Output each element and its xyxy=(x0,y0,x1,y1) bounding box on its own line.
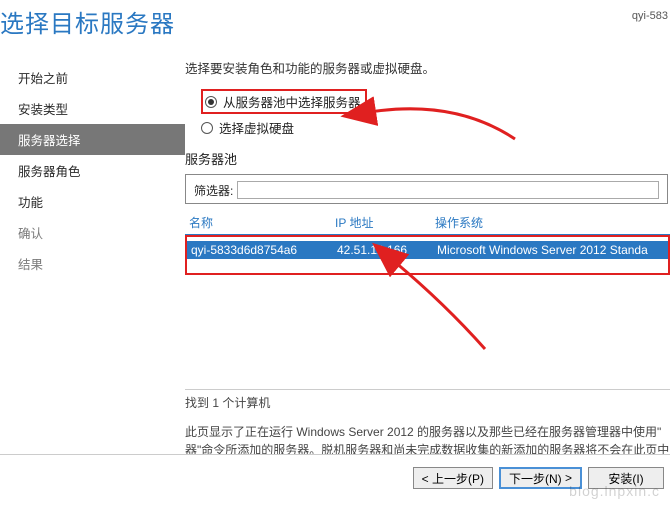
radio-pool-icon[interactable] xyxy=(205,96,217,108)
watermark: blog.lnpxin.c xyxy=(569,483,660,499)
description-text: 此页显示了正在运行 Windows Server 2012 的服务器以及那些已经… xyxy=(185,423,670,454)
filter-box: 筛选器: xyxy=(185,174,668,204)
server-pool-title: 服务器池 xyxy=(185,149,670,168)
wizard-sidebar: 开始之前 安装类型 服务器选择 服务器角色 功能 确认 结果 xyxy=(0,44,185,454)
page-title: 选择目标服务器 xyxy=(0,4,175,39)
step-before-you-begin[interactable]: 开始之前 xyxy=(0,62,185,93)
cell-os: Microsoft Windows Server 2012 Standa xyxy=(437,243,668,257)
table-header: 名称 IP 地址 操作系统 xyxy=(185,214,670,235)
col-name[interactable]: 名称 xyxy=(185,214,335,231)
cell-ip: 42.51.12.166 xyxy=(337,243,437,257)
radio-row-pool[interactable]: 从服务器池中选择服务器 xyxy=(201,89,670,114)
col-ip[interactable]: IP 地址 xyxy=(335,214,435,231)
radio-vhd-icon[interactable] xyxy=(201,122,213,134)
radio-row-vhd[interactable]: 选择虚拟硬盘 xyxy=(201,118,670,137)
step-server-selection[interactable]: 服务器选择 xyxy=(0,124,185,155)
source-radio-group: 从服务器池中选择服务器 选择虚拟硬盘 xyxy=(201,89,670,137)
step-installation-type[interactable]: 安装类型 xyxy=(0,93,185,124)
filter-label: 筛选器: xyxy=(194,182,233,199)
cell-name: qyi-5833d6d8754a6 xyxy=(187,243,337,257)
prev-button[interactable]: < 上一步(P) xyxy=(413,467,493,489)
radio-vhd-label: 选择虚拟硬盘 xyxy=(219,118,294,137)
filter-input[interactable] xyxy=(237,181,659,199)
table-row[interactable]: qyi-5833d6d8754a6 42.51.12.166 Microsoft… xyxy=(187,241,668,259)
target-server-label: qyi-583 xyxy=(632,10,668,22)
instruction-text: 选择要安装角色和功能的服务器或虚拟硬盘。 xyxy=(185,58,670,77)
step-confirmation: 确认 xyxy=(0,217,185,248)
step-features[interactable]: 功能 xyxy=(0,186,185,217)
step-results: 结果 xyxy=(0,248,185,279)
radio-pool-label: 从服务器池中选择服务器 xyxy=(223,92,361,111)
step-server-roles[interactable]: 服务器角色 xyxy=(0,155,185,186)
col-os[interactable]: 操作系统 xyxy=(435,214,670,231)
found-count: 找到 1 个计算机 xyxy=(185,389,670,411)
wizard-header: 选择目标服务器 qyi-583 xyxy=(0,0,670,44)
server-table: 名称 IP 地址 操作系统 qyi-5833d6d8754a6 42.51.12… xyxy=(185,214,670,275)
main-panel: 选择要安装角色和功能的服务器或虚拟硬盘。 从服务器池中选择服务器 选择虚拟硬盘 … xyxy=(185,44,670,454)
wizard-body: 开始之前 安装类型 服务器选择 服务器角色 功能 确认 结果 选择要安装角色和功… xyxy=(0,44,670,454)
